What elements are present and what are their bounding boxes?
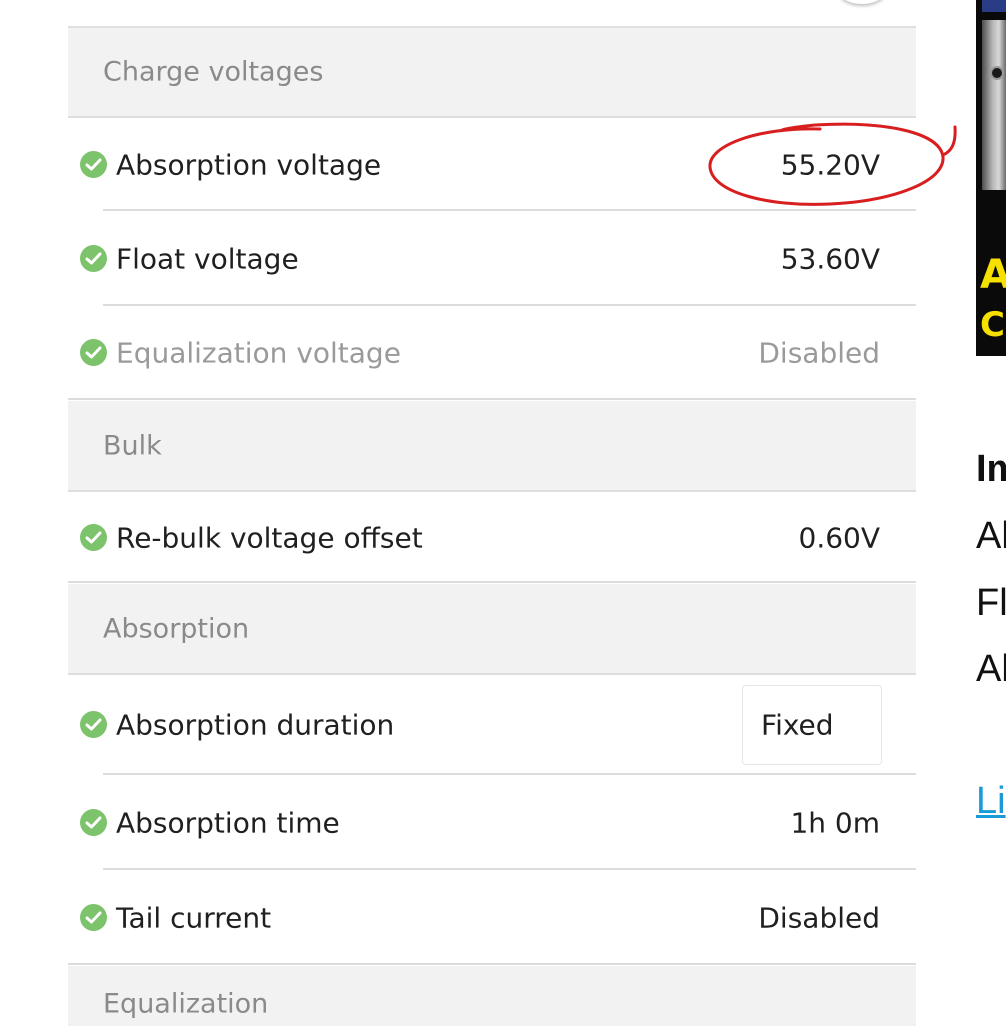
setting-value: 55.20V	[780, 148, 880, 181]
article-line-2: Fl	[976, 582, 1006, 624]
article-heading: Im	[976, 448, 1006, 490]
setting-value: Disabled	[758, 901, 880, 934]
thumbnail-metal-part	[982, 20, 1006, 190]
section-title: Charge voltages	[103, 56, 324, 88]
setting-label: Absorption duration	[116, 708, 395, 742]
article-link[interactable]: Li	[976, 780, 1006, 823]
setting-row-absorption-voltage[interactable]: Absorption voltage 55.20V	[68, 118, 916, 211]
setting-row-absorption-time[interactable]: Absorption time 1h 0m	[68, 775, 916, 870]
check-circle-icon	[80, 339, 107, 366]
setting-row-float-voltage[interactable]: Float voltage 53.60V	[68, 211, 916, 306]
setting-row-equalization-voltage[interactable]: Equalization voltage Disabled	[68, 306, 916, 400]
check-circle-icon	[80, 808, 107, 836]
section-title: Bulk	[103, 430, 162, 461]
setting-label: Absorption time	[116, 806, 340, 839]
thumbnail-blue-accent	[982, 0, 1006, 12]
thumbnail-bolt	[990, 66, 1004, 80]
absorption-duration-select[interactable]: Fixed	[742, 685, 882, 765]
side-article: A C Im Al Fl Al Li	[976, 0, 1006, 1007]
article-line-3: Al	[976, 648, 1006, 690]
check-circle-icon	[80, 244, 107, 272]
setting-label: Absorption voltage	[116, 148, 382, 181]
section-bulk: Bulk	[68, 401, 916, 492]
setting-row-tail-current[interactable]: Tail current Disabled	[68, 870, 916, 965]
setting-value: Disabled	[758, 336, 880, 370]
setting-label: Re-bulk voltage offset	[116, 521, 423, 554]
section-title: Equalization	[103, 988, 269, 1020]
section-charge-voltages: Charge voltages	[68, 28, 916, 118]
setting-value: 53.60V	[780, 242, 880, 275]
charger-settings-panel: Charge voltages Absorption voltage 55.20…	[68, 0, 916, 1026]
setting-value: 1h 0m	[790, 806, 880, 839]
thumbnail-text-line1: A	[980, 252, 1006, 298]
article-line-1: Al	[976, 515, 1006, 557]
video-thumbnail[interactable]: A C	[976, 0, 1006, 356]
check-circle-icon	[80, 711, 107, 738]
top-bar	[68, 0, 916, 28]
check-circle-icon	[80, 903, 107, 931]
setting-label: Equalization voltage	[116, 336, 401, 370]
row-divider	[68, 398, 916, 400]
thumbnail-text-line2: C	[980, 305, 1005, 345]
setting-value: 0.60V	[798, 521, 881, 554]
select-value: Fixed	[761, 708, 834, 742]
section-title: Absorption	[103, 613, 250, 644]
toggle-knob[interactable]	[836, 0, 888, 4]
section-absorption: Absorption	[68, 584, 916, 675]
setting-row-absorption-duration[interactable]: Absorption duration Fixed	[68, 675, 916, 775]
check-circle-icon	[80, 150, 107, 178]
setting-label: Float voltage	[116, 242, 299, 275]
row-divider	[68, 581, 916, 583]
section-equalization: Equalization	[68, 966, 916, 1026]
check-circle-icon	[80, 523, 107, 551]
row-divider	[68, 963, 916, 965]
setting-label: Tail current	[116, 901, 272, 934]
setting-row-rebulk-voltage-offset[interactable]: Re-bulk voltage offset 0.60V	[68, 492, 916, 583]
